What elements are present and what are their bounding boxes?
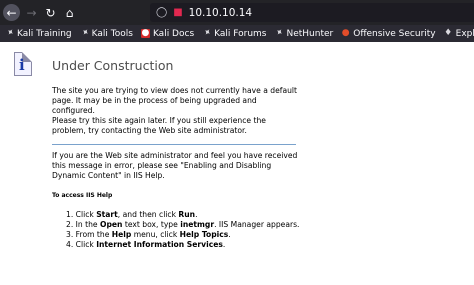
browser-toolbar: ← → ↻ ⌂ ◯ ■ 10.10.10.14 (0, 0, 474, 25)
shield-icon[interactable]: ◯ (156, 7, 167, 18)
bookmark-kali-forums[interactable]: ✦ Kali Forums (200, 26, 267, 40)
home-button[interactable]: ⌂ (62, 5, 77, 20)
kali-dragon-icon: ✦ (3, 26, 16, 40)
list-item: 4. Click Internet Information Services. (66, 240, 226, 249)
bookmark-nethunter[interactable]: ✦ NetHunter (273, 26, 334, 40)
reload-button[interactable]: ↻ (43, 5, 58, 20)
exploit-db-icon: ♦ (444, 28, 453, 38)
kali-docs-icon: ● (140, 28, 150, 38)
arrow-right-icon: → (26, 5, 37, 20)
kali-dragon-icon: ✦ (200, 26, 213, 40)
bookmark-label: Kali Tools (91, 28, 133, 39)
list-item: 2. In the Open text box, type inetmgr. I… (66, 220, 300, 229)
list-item: 3. From the Help menu, click Help Topics… (66, 230, 231, 239)
bookmark-kali-training[interactable]: ✦ Kali Training (3, 26, 72, 40)
bookmark-kali-tools[interactable]: ✦ Kali Tools (78, 26, 133, 40)
insecure-lock-icon[interactable]: ■ (173, 7, 182, 18)
offsec-icon: ● (341, 28, 350, 38)
url-text[interactable]: 10.10.10.14 (189, 7, 252, 19)
paragraph-default-page: The site you are trying to view does not… (52, 86, 298, 115)
bookmark-label: Kali Forums (214, 28, 267, 39)
page-content: i Under Construction The site you are tr… (0, 42, 474, 285)
info-document-icon: i (14, 52, 32, 76)
help-heading: To access IIS Help (52, 192, 113, 199)
back-button[interactable]: ← (3, 4, 20, 21)
help-steps-list: 1. Click Start, and then click Run. 2. I… (66, 210, 299, 250)
bookmark-label: Kali Docs (152, 28, 195, 39)
paragraph-try-later: Please try this site again later. If you… (52, 116, 266, 135)
bookmark-kali-docs[interactable]: ● Kali Docs (140, 28, 195, 39)
bookmark-label: Kali Training (17, 28, 72, 39)
forward-button[interactable]: → (24, 5, 39, 20)
bookmark-label: Offensive Security (353, 28, 436, 39)
page-title: Under Construction (52, 58, 174, 73)
bookmarks-bar: ✦ Kali Training ✦ Kali Tools ● Kali Docs… (0, 25, 474, 42)
arrow-left-icon: ← (6, 5, 17, 20)
paragraph-admin-note: If you are the Web site administrator an… (52, 151, 298, 180)
home-icon: ⌂ (65, 5, 74, 20)
bookmark-label: NetHunter (286, 28, 334, 39)
kali-dragon-icon: ✦ (78, 26, 91, 40)
reload-icon: ↻ (45, 5, 56, 20)
bookmark-label: Exploit-DB (455, 28, 474, 39)
bookmark-offensive-security[interactable]: ● Offensive Security (341, 28, 436, 39)
bookmark-exploit-db[interactable]: ♦ Exploit-DB (444, 29, 474, 39)
address-bar[interactable]: ◯ ■ 10.10.10.14 (150, 3, 474, 22)
list-item: 1. Click Start, and then click Run. (66, 210, 198, 219)
divider (52, 144, 296, 145)
nethunter-icon: ✦ (273, 26, 286, 40)
